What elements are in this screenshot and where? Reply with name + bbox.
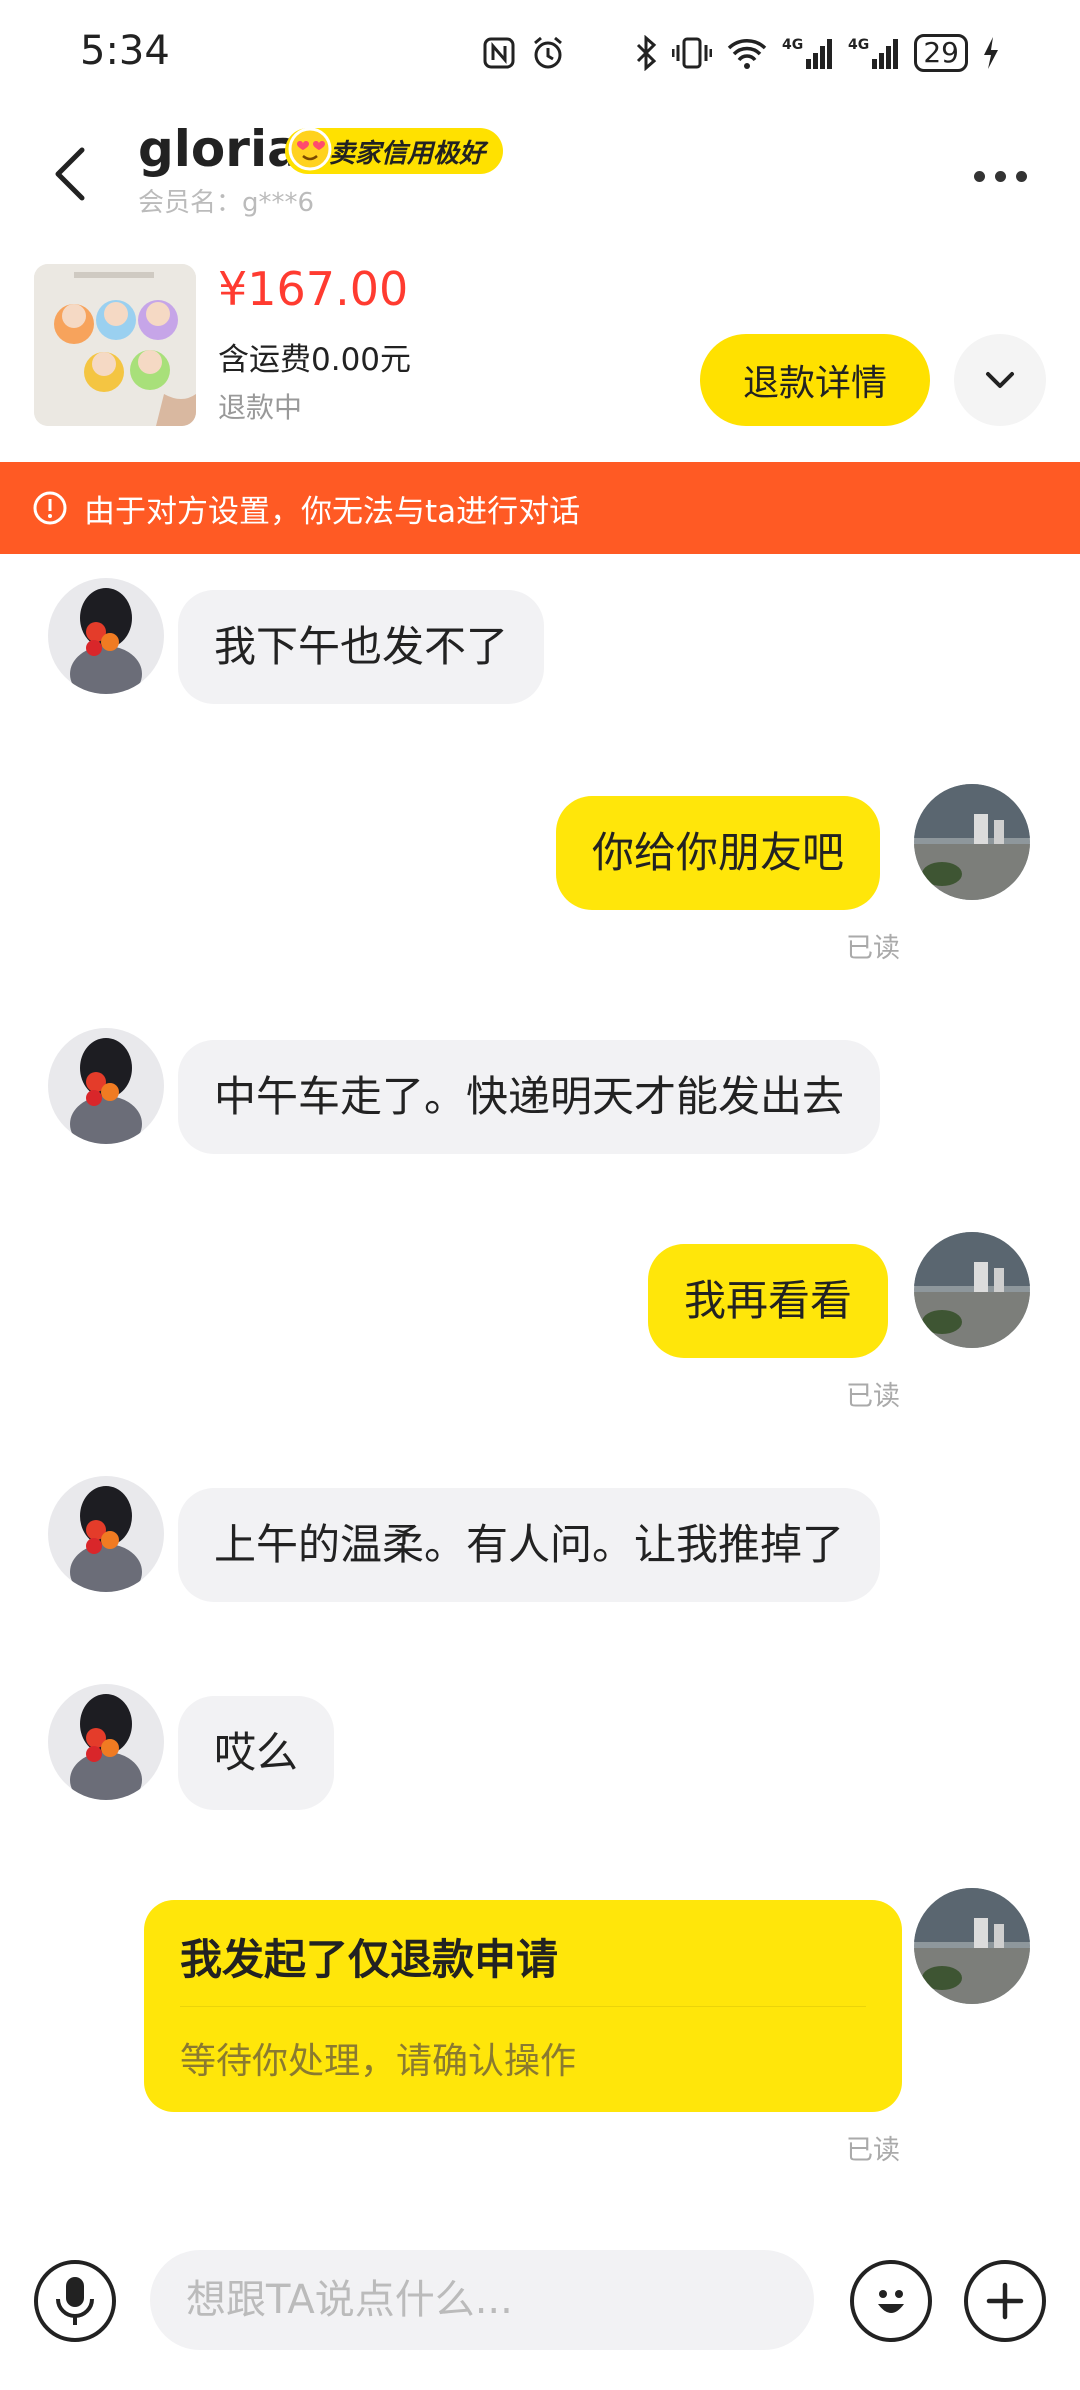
read-receipt: 已读 — [846, 933, 900, 964]
shipping-fee: 含运费0.00元 — [218, 342, 412, 378]
seller-avatar[interactable] — [48, 578, 164, 694]
charging-icon — [982, 33, 1000, 73]
status-bar: 5:34 4G 4G 29 — [0, 0, 1080, 110]
expand-button[interactable] — [954, 334, 1046, 426]
vibrate-icon — [672, 33, 713, 73]
signal-4g-icon: 4G — [782, 33, 834, 73]
read-receipt: 已读 — [846, 1381, 900, 1412]
battery-level: 29 — [923, 36, 959, 69]
alert-icon — [33, 491, 67, 525]
svg-text:4G: 4G — [848, 37, 869, 53]
my-avatar[interactable] — [914, 1232, 1030, 1348]
chevron-down-icon — [986, 372, 1014, 388]
wifi-icon — [726, 33, 768, 73]
message-bubble-incoming[interactable]: 哎么 — [178, 1696, 335, 1810]
message-input[interactable] — [150, 2250, 814, 2350]
battery-icon: 29 — [914, 34, 968, 72]
credit-badge-label: 卖家信用极好 — [329, 138, 486, 169]
seller-avatar[interactable] — [48, 1028, 164, 1144]
heart-eyes-face-icon — [288, 127, 332, 171]
message-bubble-outgoing[interactable]: 你给你朋友吧 — [556, 796, 881, 910]
product-card[interactable]: ¥167.00 含运费0.00元 退款中 退款详情 — [0, 250, 1080, 450]
refund-card-title: 我发起了仅退款申请 — [180, 1935, 559, 1984]
seller-avatar[interactable] — [48, 1684, 164, 1800]
svg-text:4G: 4G — [782, 37, 803, 53]
plus-icon — [986, 2282, 1024, 2320]
add-button[interactable] — [964, 2260, 1046, 2342]
message-bubble-incoming[interactable]: 上午的温柔。有人问。让我推掉了 — [178, 1488, 881, 1602]
dot-icon — [994, 170, 1006, 182]
my-avatar[interactable] — [914, 784, 1030, 900]
warning-banner: 由于对方设置，你无法与ta进行对话 — [0, 462, 1080, 554]
seller-avatar[interactable] — [48, 1476, 164, 1592]
bluetooth-icon — [634, 33, 658, 73]
back-button[interactable] — [40, 134, 100, 214]
status-time: 5:34 — [80, 28, 170, 74]
product-thumbnail[interactable] — [34, 264, 196, 426]
emoji-button[interactable] — [850, 2260, 932, 2342]
voice-button[interactable] — [34, 2260, 116, 2342]
message-bubble-outgoing[interactable]: 我再看看 — [648, 1244, 889, 1358]
nfc-icon — [482, 33, 516, 73]
more-options-button[interactable] — [960, 146, 1040, 206]
dot-icon — [1015, 170, 1027, 182]
input-bar — [0, 2230, 1080, 2390]
divider — [180, 2006, 866, 2007]
seller-name[interactable]: gloria — [138, 120, 301, 178]
refund-card-subtitle: 等待你处理，请确认操作 — [180, 2041, 577, 2082]
chevron-left-icon — [55, 147, 85, 201]
status-icons: 4G 4G 29 — [482, 28, 1000, 78]
credit-badge[interactable]: 卖家信用极好 — [285, 127, 504, 174]
message-bubble-incoming[interactable]: 我下午也发不了 — [178, 590, 545, 704]
order-status: 退款中 — [218, 391, 303, 424]
chat-header: gloria 卖家信用极好 会员名：g***6 — [0, 110, 1080, 240]
refund-details-button[interactable]: 退款详情 — [700, 334, 930, 426]
member-id: 会员名：g***6 — [138, 188, 315, 218]
chat-screen: 5:34 4G 4G 29 gloria 卖家信用极好 会员名：g***6 ¥1… — [0, 0, 1080, 2390]
product-price: ¥167.00 — [218, 262, 409, 316]
dot-icon — [973, 170, 985, 182]
refund-request-card[interactable]: 我发起了仅退款申请 等待你处理，请确认操作 — [144, 1900, 902, 2112]
message-bubble-incoming[interactable]: 中午车走了。快递明天才能发出去 — [178, 1040, 881, 1154]
microphone-icon — [56, 2277, 94, 2325]
alarm-icon — [530, 33, 566, 73]
read-receipt: 已读 — [846, 2135, 900, 2166]
signal-4g-icon: 4G — [848, 33, 900, 73]
my-avatar[interactable] — [914, 1888, 1030, 2004]
smiley-icon — [878, 2290, 904, 2313]
warning-text: 由于对方设置，你无法与ta进行对话 — [84, 493, 581, 530]
